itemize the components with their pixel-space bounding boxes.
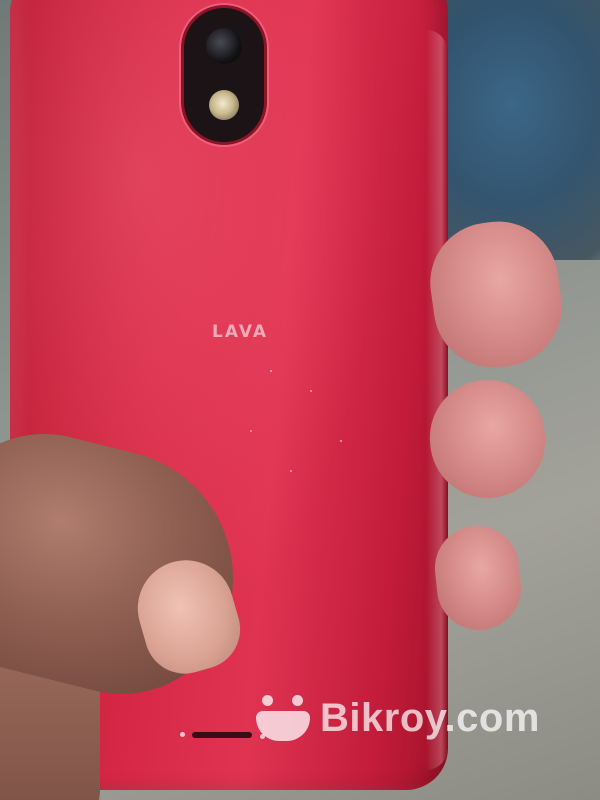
camera-lens-icon	[206, 28, 242, 64]
dust-speck	[290, 470, 292, 472]
camera-module	[184, 8, 264, 142]
speaker-grille	[192, 732, 252, 738]
watermark: Bikroy.com	[254, 690, 540, 746]
brand-logo: LAVA	[212, 322, 268, 342]
smiley-bag-icon	[254, 693, 312, 743]
camera-flash-icon	[209, 90, 239, 120]
dust-speck	[310, 390, 312, 392]
dust-speck	[270, 370, 272, 372]
dust-speck	[340, 440, 342, 442]
watermark-icon-eye	[292, 695, 303, 706]
watermark-text: Bikroy.com	[320, 695, 540, 740]
photo-scene: LAVA Bikroy.com	[0, 0, 600, 800]
watermark-icon-mouth	[256, 711, 310, 741]
dust-speck	[250, 430, 252, 432]
speaker-dot	[180, 732, 185, 737]
watermark-icon-eye	[262, 695, 273, 706]
